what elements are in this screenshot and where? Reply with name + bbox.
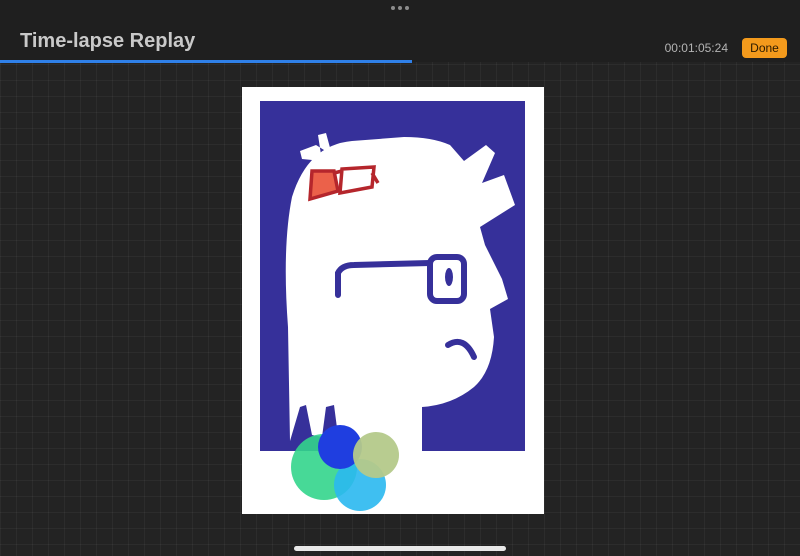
- done-button[interactable]: Done: [742, 38, 787, 58]
- replay-scrubber[interactable]: [0, 60, 800, 63]
- replay-timestamp: 00:01:05:24: [664, 41, 728, 55]
- top-bar: Time-lapse Replay 00:01:05:24 Done: [0, 0, 800, 62]
- home-indicator[interactable]: [294, 546, 506, 551]
- artwork-canvas: [242, 87, 544, 514]
- artwork-illustration: [260, 101, 525, 511]
- ellipsis-icon[interactable]: [390, 2, 410, 14]
- artwork-olive-dot: [353, 432, 399, 478]
- replay-progress-fill: [0, 60, 412, 63]
- page-title: Time-lapse Replay: [20, 30, 196, 52]
